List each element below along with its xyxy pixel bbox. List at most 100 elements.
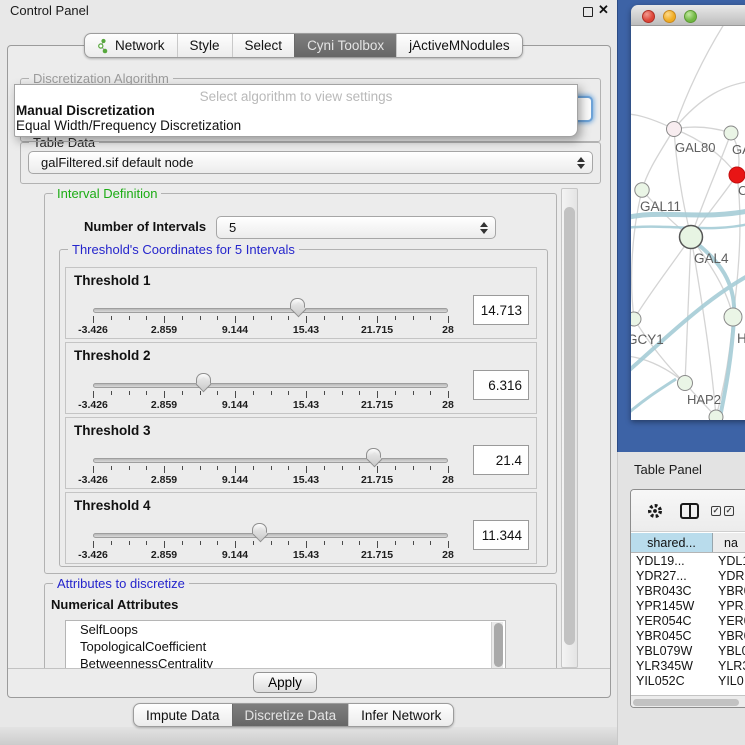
column-header-name[interactable]: na	[713, 533, 745, 552]
tick-mark	[413, 316, 414, 320]
table-row[interactable]: YLR345WYLR3	[631, 659, 745, 674]
table-row[interactable]: YDR27...YDR2	[631, 569, 745, 584]
cell-name[interactable]: YIL0	[713, 674, 745, 689]
tab-network[interactable]: Network	[85, 34, 177, 57]
network-window-titlebar[interactable]	[631, 5, 745, 26]
network-node[interactable]	[709, 410, 723, 420]
threshold-value-field[interactable]: 14.713	[473, 295, 529, 325]
threshold-value-field[interactable]: 21.4	[473, 445, 529, 475]
cell-name[interactable]: YPR1	[713, 599, 745, 614]
table-row[interactable]: YBR045CYBR0	[631, 629, 745, 644]
threshold-slider[interactable]: -3.4262.8599.14415.4321.71528	[93, 418, 448, 490]
network-node-hap2[interactable]	[678, 376, 693, 391]
tick-mark	[271, 316, 272, 320]
number-of-intervals-combobox[interactable]: 5	[216, 216, 496, 239]
table-horizontal-scrollbar[interactable]	[631, 695, 745, 708]
close-icon[interactable]: ✕	[598, 2, 609, 18]
attribute-item-betweennesscentrality[interactable]: BetweennessCentrality	[66, 655, 505, 668]
column-header-shared-name[interactable]: shared...	[631, 533, 713, 552]
network-node-c[interactable]	[729, 167, 745, 183]
tick-mark	[164, 466, 165, 473]
gear-icon[interactable]	[646, 502, 664, 520]
table-row[interactable]: YER054CYER0	[631, 614, 745, 629]
threshold-slider[interactable]: -3.4262.8599.14415.4321.71528	[93, 268, 448, 340]
cell-name[interactable]: YDL1	[713, 554, 745, 569]
tick-mark	[93, 391, 94, 398]
slider-track[interactable]	[93, 458, 448, 463]
settings-scrollbar[interactable]	[561, 188, 578, 668]
table-row[interactable]: YBR043CYBR0	[631, 584, 745, 599]
node-table-panel: shared... na YDL19...YDL1YDR27...YDR2YBR…	[630, 489, 745, 708]
table-data-combobox[interactable]: galFiltered.sif default node	[28, 151, 593, 174]
tab-select[interactable]: Select	[232, 34, 295, 57]
scrollbar-thumb[interactable]	[494, 623, 503, 667]
float-window-icon[interactable]	[583, 7, 593, 17]
attributes-list-scrollbar[interactable]	[491, 622, 503, 668]
network-node-gcy1[interactable]	[631, 312, 641, 326]
tick-mark	[164, 541, 165, 548]
tick-mark	[129, 316, 130, 320]
network-node-gal4[interactable]	[680, 226, 703, 249]
threshold-slider[interactable]: -3.4262.8599.14415.4321.71528	[93, 343, 448, 415]
table-row[interactable]: YDL19...YDL1	[631, 554, 745, 569]
tab-style[interactable]: Style	[177, 34, 232, 57]
slider-thumb[interactable]	[290, 298, 305, 309]
tab-impute-data[interactable]: Impute Data	[134, 704, 232, 726]
numerical-attributes-list[interactable]: SelfLoopsTopologicalCoefficientBetweenne…	[65, 620, 506, 668]
scrollbar-thumb[interactable]	[564, 207, 575, 645]
cell-shared-name[interactable]: YBR043C	[631, 584, 713, 599]
traffic-light-close-icon[interactable]	[642, 10, 655, 23]
table-row[interactable]: YBL079WYBL0	[631, 644, 745, 659]
cell-shared-name[interactable]: YER054C	[631, 614, 713, 629]
columns-icon[interactable]	[680, 503, 699, 519]
slider-thumb[interactable]	[366, 448, 381, 459]
cell-name[interactable]: YLR3	[713, 659, 745, 674]
tab-infer-network[interactable]: Infer Network	[348, 704, 453, 726]
tab-discretize-data[interactable]: Discretize Data	[232, 704, 349, 726]
scrollbar-thumb[interactable]	[633, 699, 739, 706]
tab-cyni-toolbox[interactable]: Cyni Toolbox	[294, 34, 396, 57]
dropdown-option-manual-discretization[interactable]: Manual Discretization	[15, 103, 577, 118]
cell-shared-name[interactable]: YBL079W	[631, 644, 713, 659]
slider-track[interactable]	[93, 383, 448, 388]
cell-name[interactable]: YDR2	[713, 569, 745, 584]
slider-track[interactable]	[93, 308, 448, 313]
checkbox-icon[interactable]	[724, 506, 734, 516]
traffic-light-zoom-icon[interactable]	[684, 10, 697, 23]
cell-shared-name[interactable]: YBR045C	[631, 629, 713, 644]
traffic-light-minimize-icon[interactable]	[663, 10, 676, 23]
table-toolbar	[631, 490, 745, 532]
table-row[interactable]: YPR145WYPR1	[631, 599, 745, 614]
tick-label: 21.715	[361, 324, 393, 336]
threshold-value-field[interactable]: 6.316	[473, 370, 529, 400]
dropdown-option-equal-width-frequency-discretization[interactable]: Equal Width/Frequency Discretization	[15, 118, 577, 133]
cell-name[interactable]: YBL0	[713, 644, 745, 659]
network-node-gal80[interactable]	[667, 122, 682, 137]
cell-shared-name[interactable]: YPR145W	[631, 599, 713, 614]
network-canvas[interactable]: GAL80GACGAL11GAL4GCY1HHAP2	[631, 26, 745, 420]
threshold-value-field[interactable]: 11.344	[473, 520, 529, 550]
cell-name[interactable]: YBR0	[713, 584, 745, 599]
table-rows: YDL19...YDL1YDR27...YDR2YBR043CYBR0YPR14…	[631, 554, 745, 689]
cell-name[interactable]: YBR0	[713, 629, 745, 644]
table-row[interactable]: YIL052CYIL0	[631, 674, 745, 689]
slider-thumb[interactable]	[196, 373, 211, 384]
cell-name[interactable]: YER0	[713, 614, 745, 629]
apply-button[interactable]: Apply	[253, 672, 317, 693]
slider-track[interactable]	[93, 533, 448, 538]
cell-shared-name[interactable]: YLR345W	[631, 659, 713, 674]
cell-shared-name[interactable]: YDL19...	[631, 554, 713, 569]
checkbox-icon[interactable]	[711, 506, 721, 516]
tick-mark	[182, 316, 183, 320]
tick-label: 28	[442, 474, 454, 486]
threshold-slider[interactable]: -3.4262.8599.14415.4321.71528	[93, 493, 448, 565]
network-node-ga[interactable]	[724, 126, 738, 140]
cell-shared-name[interactable]: YIL052C	[631, 674, 713, 689]
slider-thumb[interactable]	[252, 523, 267, 534]
tab-jactivemnodules[interactable]: jActiveMNodules	[396, 34, 522, 57]
network-node-gal11[interactable]	[635, 183, 649, 197]
network-node-h[interactable]	[724, 308, 742, 326]
attribute-item-selfloops[interactable]: SelfLoops	[66, 621, 505, 638]
cell-shared-name[interactable]: YDR27...	[631, 569, 713, 584]
attribute-item-topologicalcoefficient[interactable]: TopologicalCoefficient	[66, 638, 505, 655]
